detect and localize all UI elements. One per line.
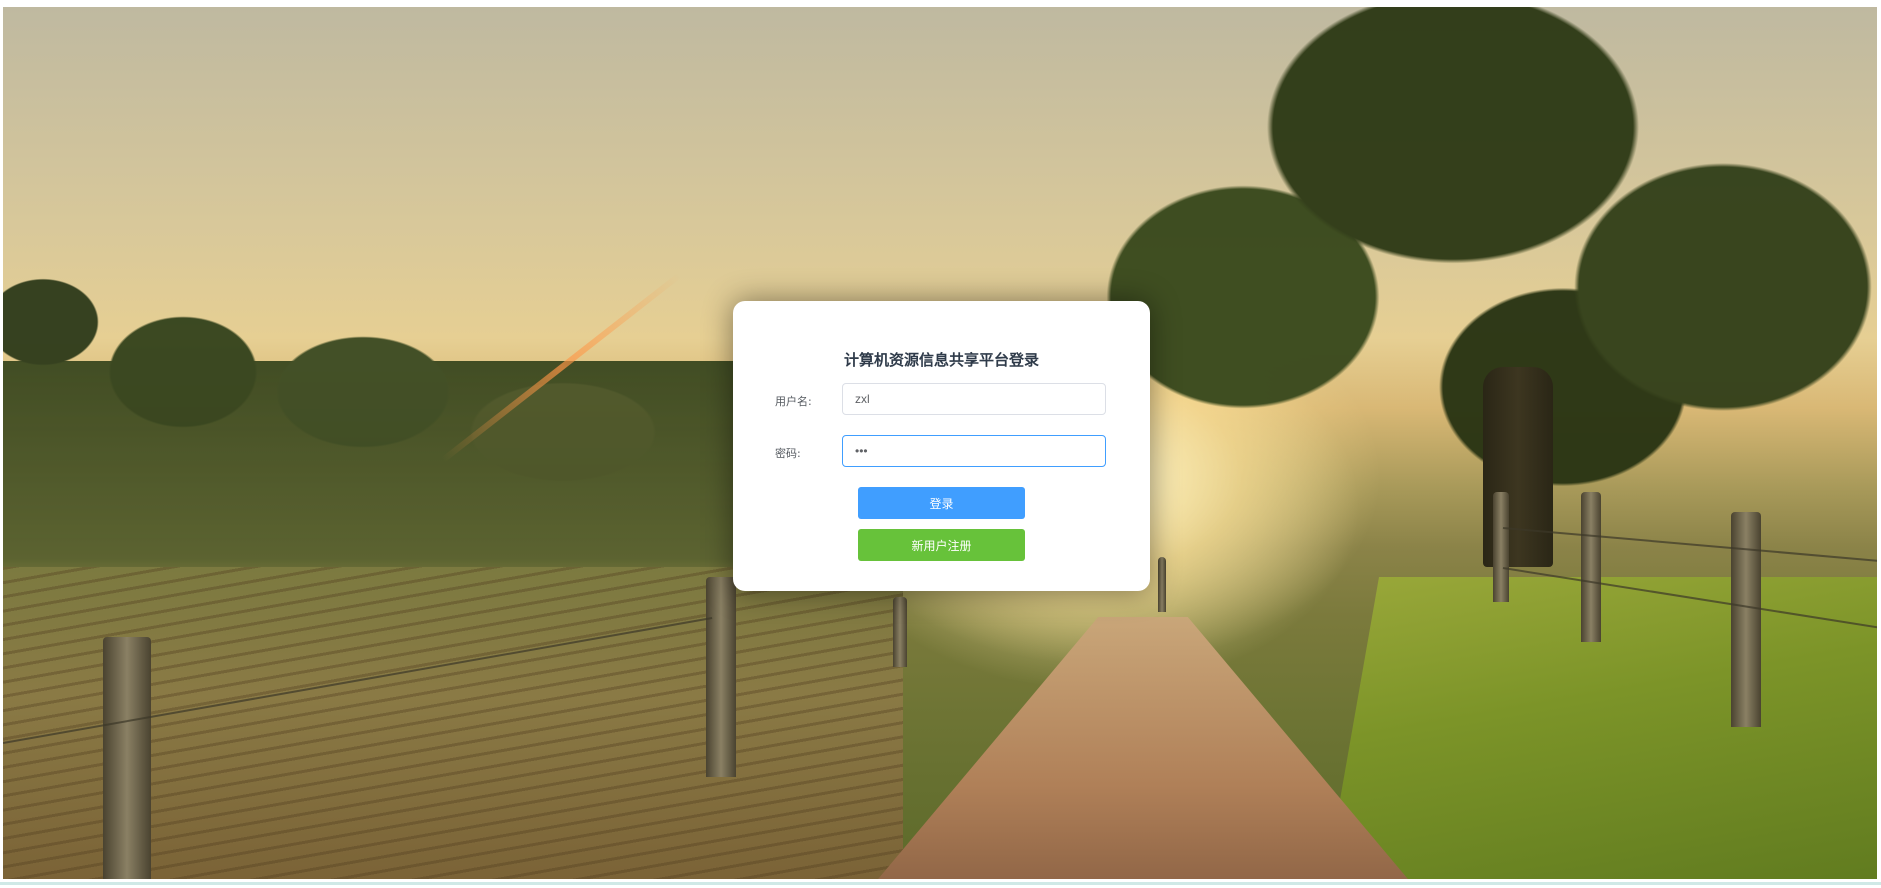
fence-post — [103, 637, 151, 879]
fence-post — [1731, 512, 1761, 727]
username-input[interactable] — [842, 383, 1106, 415]
fence-post — [893, 597, 907, 667]
fence-post — [706, 577, 736, 777]
password-label: 密码: — [775, 447, 801, 460]
fence-post — [1158, 557, 1166, 612]
bottom-border — [0, 882, 1881, 885]
dirt-path — [863, 617, 1423, 879]
fence-post — [1581, 492, 1601, 642]
fence-post — [1493, 492, 1509, 602]
username-label: 用户名: — [775, 395, 812, 408]
password-input[interactable] — [842, 435, 1106, 467]
login-title: 计算机资源信息共享平台登录 — [843, 351, 1039, 369]
register-button[interactable]: 新用户注册 — [858, 529, 1025, 561]
page-viewport: 计算机资源信息共享平台登录 用户名: 密码: 登录 新用户注册 — [0, 0, 1881, 888]
login-button[interactable]: 登录 — [858, 487, 1025, 519]
login-card: 计算机资源信息共享平台登录 用户名: 密码: 登录 新用户注册 — [733, 301, 1150, 591]
